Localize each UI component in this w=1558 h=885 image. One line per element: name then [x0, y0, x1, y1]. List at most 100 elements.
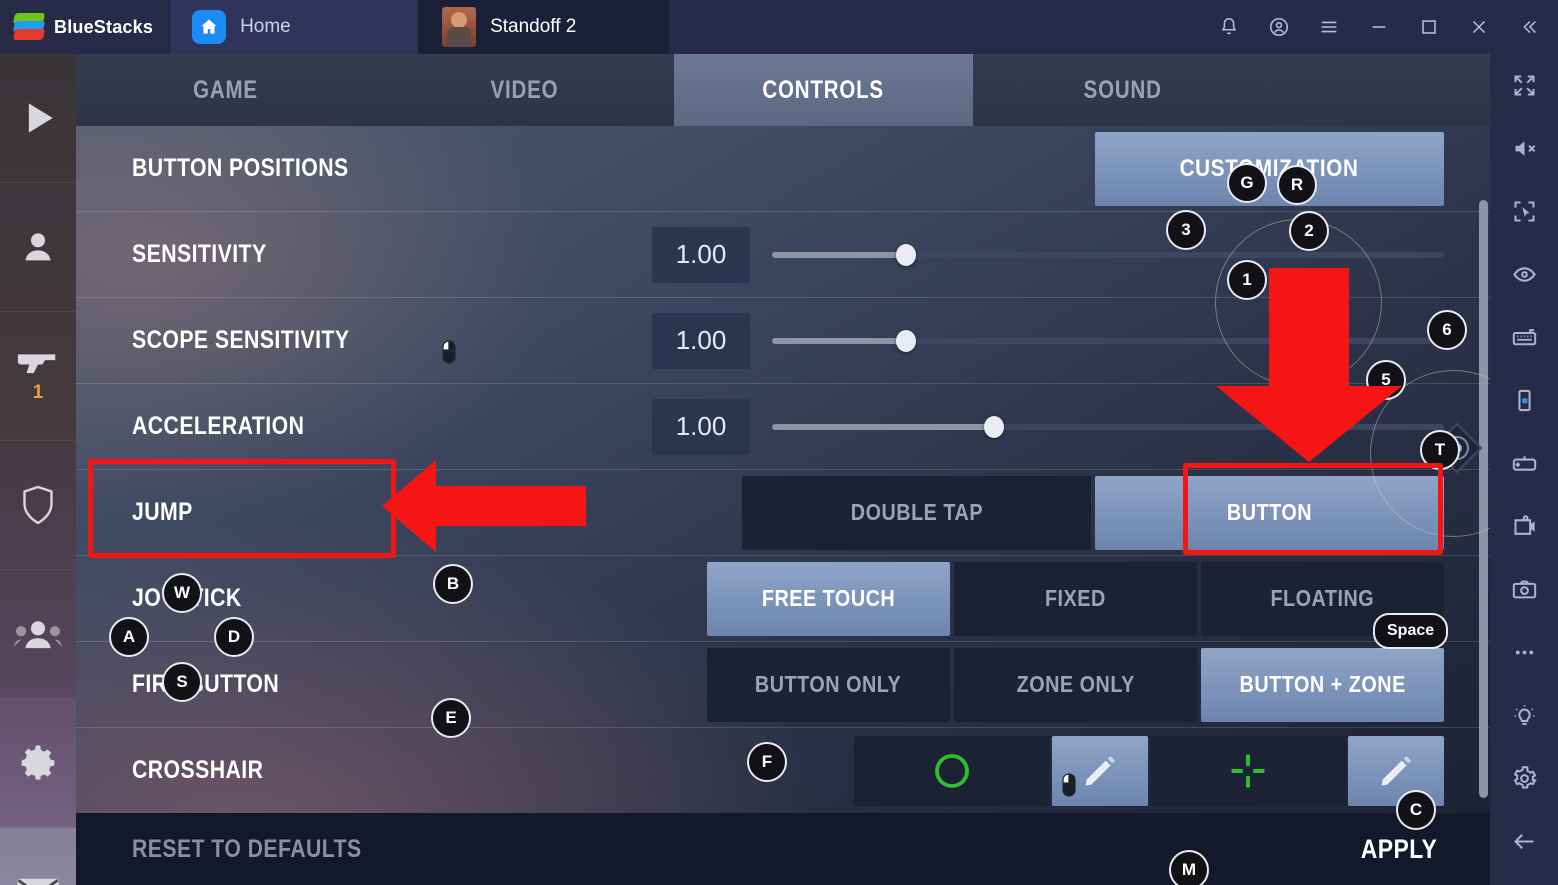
- tab-controls-label: CONTROLS: [762, 75, 885, 104]
- gamepad-icon[interactable]: [1490, 432, 1558, 495]
- fire-button-options: BUTTON ONLY ZONE ONLY BUTTON + ZONE: [707, 647, 1444, 722]
- sidebar-item-mail[interactable]: [0, 828, 76, 885]
- sidebar-item-rank[interactable]: [0, 441, 76, 570]
- key-badge-e[interactable]: E: [431, 698, 471, 738]
- row-sensitivity: SENSITIVITY 1.00: [76, 212, 1490, 298]
- key-badge-w[interactable]: W: [162, 573, 202, 613]
- menu-hamburger-icon[interactable]: [1304, 0, 1354, 54]
- row-acceleration: ACCELERATION 1.00: [76, 384, 1490, 470]
- fire-button-option-button-only[interactable]: BUTTON ONLY: [707, 647, 950, 722]
- acceleration-slider-knob[interactable]: [983, 415, 1004, 438]
- fire-button-option-button-zone[interactable]: BUTTON + ZONE: [1201, 647, 1444, 722]
- account-icon[interactable]: [1254, 0, 1304, 54]
- screen-record-icon[interactable]: [1490, 495, 1558, 558]
- joystick-option-fixed-label: FIXED: [1045, 585, 1106, 611]
- scope-sensitivity-value: 1.00: [675, 325, 727, 355]
- scope-sensitivity-value-box[interactable]: 1.00: [652, 312, 750, 369]
- tab-game-label: GAME: [193, 75, 258, 104]
- tab-sound[interactable]: SOUND: [973, 54, 1272, 126]
- sensitivity-value-box[interactable]: 1.00: [652, 226, 750, 283]
- sidebar-item-friends[interactable]: [0, 570, 76, 699]
- scope-sensitivity-slider[interactable]: [772, 329, 1444, 352]
- key-badge-s[interactable]: S: [162, 662, 202, 702]
- sensitivity-slider-knob[interactable]: [896, 243, 917, 266]
- content-scrollbar[interactable]: [1479, 200, 1488, 798]
- jump-options: DOUBLE TAP BUTTON: [742, 475, 1444, 550]
- sensitivity-slider[interactable]: [772, 243, 1444, 266]
- reset-to-defaults-button[interactable]: RESET TO DEFAULTS: [132, 835, 362, 864]
- joystick-option-floating-label: FLOATING: [1270, 585, 1375, 611]
- key-badge-a[interactable]: A: [109, 617, 149, 657]
- key-badge-1[interactable]: 1: [1227, 260, 1267, 300]
- crosshair-edit-circle[interactable]: [1052, 735, 1148, 806]
- scope-sensitivity-slider-knob[interactable]: [896, 329, 917, 352]
- bluestacks-logo-icon: [12, 13, 46, 41]
- key-badge-f[interactable]: F: [747, 742, 787, 782]
- more-options-icon[interactable]: [1490, 621, 1558, 684]
- fire-button-option-button-zone-label: BUTTON + ZONE: [1239, 671, 1406, 697]
- screenshot-camera-icon[interactable]: [1490, 558, 1558, 621]
- sidebar-item-settings[interactable]: [0, 699, 76, 828]
- tab-video[interactable]: VIDEO: [375, 54, 674, 126]
- game-avatar: [442, 7, 477, 47]
- fullscreen-icon[interactable]: [1490, 54, 1558, 117]
- collapse-icon[interactable]: [1504, 0, 1554, 54]
- key-badge-3[interactable]: 3: [1166, 210, 1206, 250]
- customization-button[interactable]: CUSTOMIZATION: [1095, 131, 1444, 206]
- back-arrow-icon[interactable]: [1490, 810, 1558, 873]
- key-badge-d[interactable]: D: [214, 617, 254, 657]
- key-badge-r[interactable]: R: [1277, 165, 1317, 205]
- row-joystick: JOYSTICK FREE TOUCH FIXED FLOATING: [76, 556, 1490, 642]
- key-badge-t[interactable]: T: [1420, 430, 1460, 470]
- sidebar-item-play[interactable]: [0, 54, 76, 183]
- maximize-icon[interactable]: [1404, 0, 1454, 54]
- jump-option-double-tap[interactable]: DOUBLE TAP: [742, 475, 1091, 550]
- settings-footer: RESET TO DEFAULTS APPLY: [76, 813, 1490, 885]
- key-badge-c[interactable]: C: [1396, 790, 1436, 830]
- key-badge-m[interactable]: M: [1169, 850, 1209, 885]
- row-button-positions-label: BUTTON POSITIONS: [132, 154, 349, 182]
- eye-icon[interactable]: [1490, 243, 1558, 306]
- minimize-icon[interactable]: [1354, 0, 1404, 54]
- fire-button-option-zone-only-label: ZONE ONLY: [1016, 671, 1135, 697]
- key-badge-2[interactable]: 2: [1289, 211, 1329, 251]
- joystick-option-fixed[interactable]: FIXED: [954, 561, 1197, 636]
- customization-button-label: CUSTOMIZATION: [1179, 154, 1360, 182]
- sidebar-item-weapon[interactable]: 1: [0, 312, 76, 441]
- mail-icon: [17, 878, 59, 885]
- close-icon[interactable]: [1454, 0, 1504, 54]
- window-tab-standoff2[interactable]: Standoff 2: [419, 0, 670, 54]
- apply-button[interactable]: APPLY: [1361, 834, 1438, 865]
- window-tab-home-label: Home: [240, 16, 291, 37]
- tab-controls[interactable]: CONTROLS: [674, 54, 973, 126]
- acceleration-value-box[interactable]: 1.00: [652, 398, 750, 455]
- crosshair-option-circle[interactable]: [854, 735, 1050, 806]
- tips-lightbulb-icon[interactable]: [1490, 684, 1558, 747]
- cursor-capture-icon[interactable]: [1490, 180, 1558, 243]
- rotate-screen-icon[interactable]: [1490, 369, 1558, 432]
- key-badge-6[interactable]: 6: [1427, 310, 1467, 350]
- play-icon: [28, 103, 53, 133]
- key-badge-5[interactable]: 5: [1366, 360, 1406, 400]
- keyboard-controls-icon[interactable]: [1490, 306, 1558, 369]
- joystick-option-free-touch-label: FREE TOUCH: [761, 585, 896, 611]
- sidebar-item-profile[interactable]: [0, 183, 76, 312]
- jump-option-button-label: BUTTON: [1226, 499, 1313, 525]
- jump-option-double-tap-label: DOUBLE TAP: [850, 499, 983, 525]
- row-scope-sensitivity-label: SCOPE SENSITIVITY: [132, 326, 350, 354]
- window-tab-standoff2-label: Standoff 2: [490, 16, 577, 37]
- fire-button-option-zone-only[interactable]: ZONE ONLY: [954, 647, 1197, 722]
- key-badge-g[interactable]: G: [1227, 163, 1267, 203]
- bluestacks-right-sidebar: [1490, 54, 1558, 885]
- tab-game[interactable]: GAME: [76, 54, 375, 126]
- key-badge-space[interactable]: Space: [1373, 613, 1449, 649]
- window-tab-home[interactable]: Home: [169, 0, 420, 54]
- settings-gear-icon[interactable]: [1490, 747, 1558, 810]
- mute-icon[interactable]: [1490, 117, 1558, 180]
- crosshair-option-cross[interactable]: [1150, 735, 1346, 806]
- acceleration-slider[interactable]: [772, 415, 1444, 438]
- key-badge-b[interactable]: B: [433, 564, 473, 604]
- jump-option-button[interactable]: BUTTON: [1095, 475, 1444, 550]
- notifications-bell-icon[interactable]: [1204, 0, 1254, 54]
- joystick-option-free-touch[interactable]: FREE TOUCH: [707, 561, 950, 636]
